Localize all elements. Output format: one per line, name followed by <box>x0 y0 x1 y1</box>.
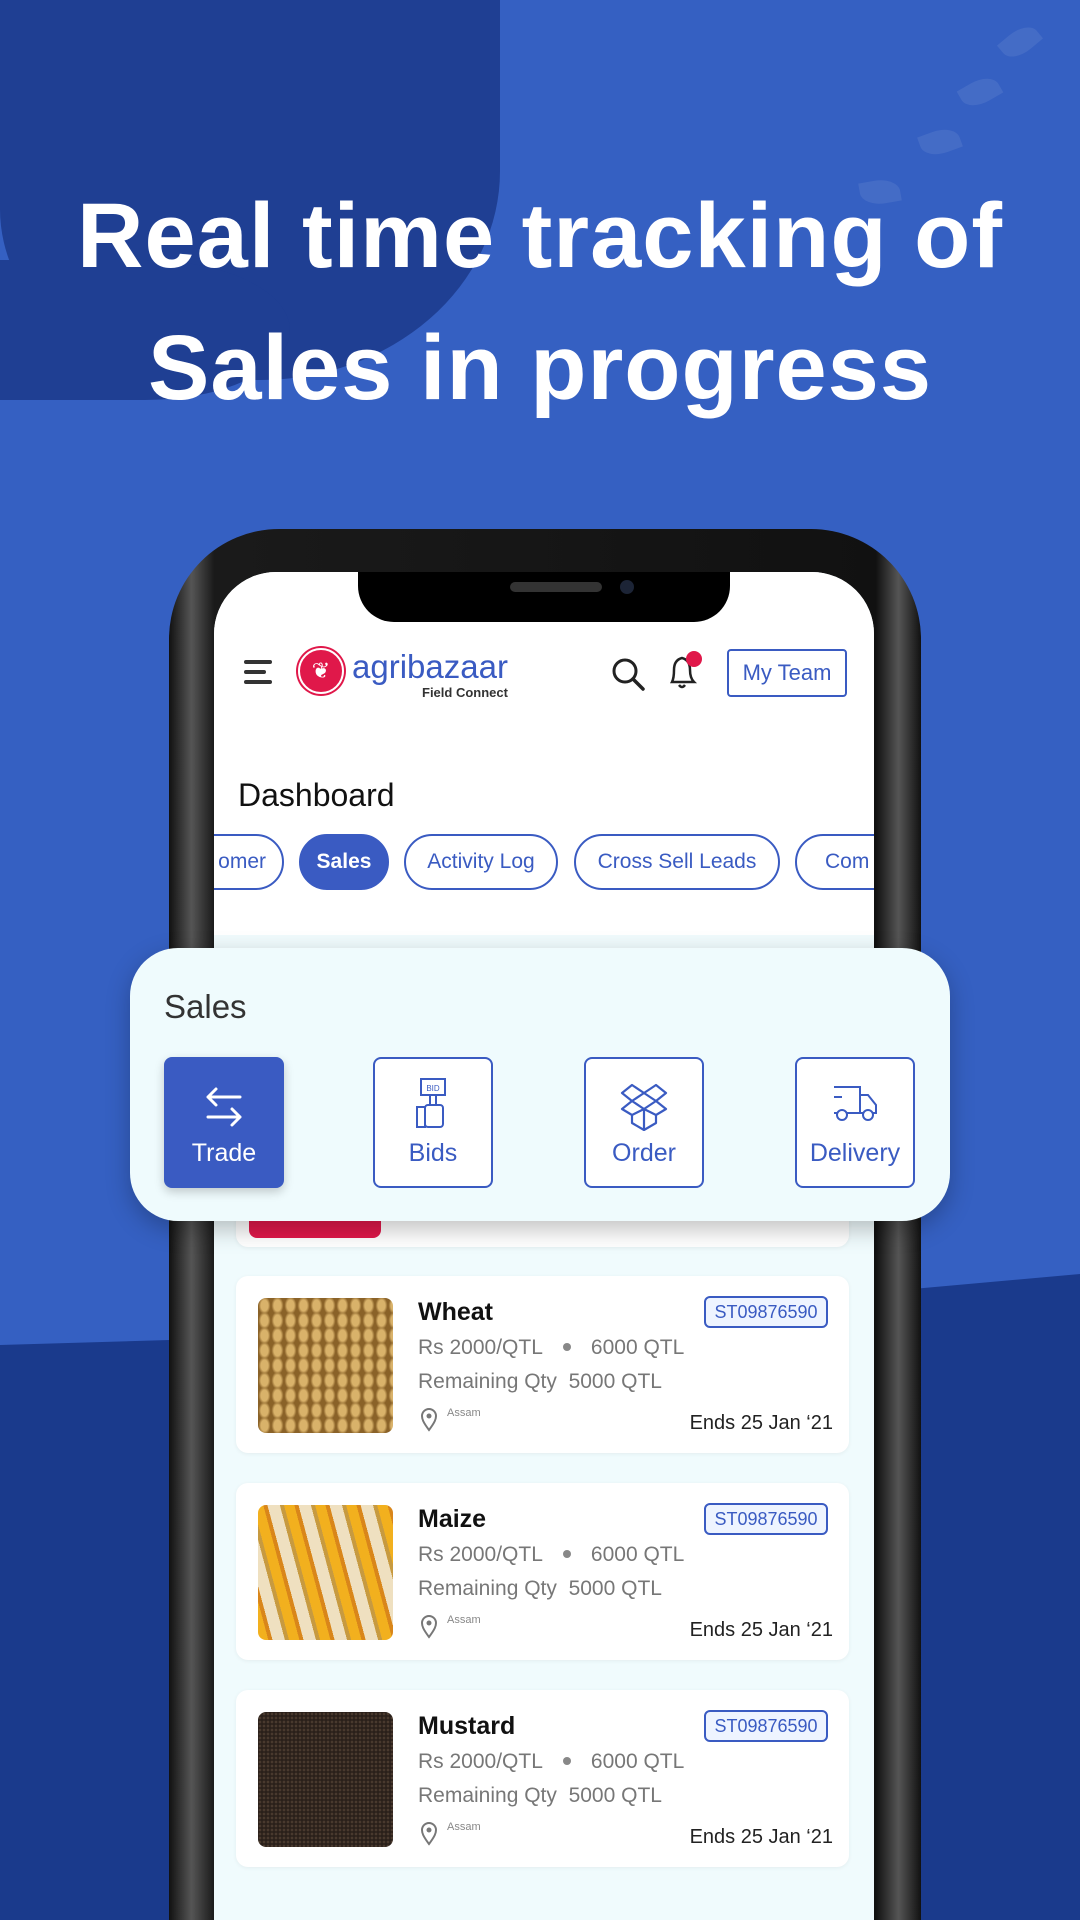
trade-label: Trade <box>191 1139 257 1167</box>
listing-id-badge: ST09876590 <box>704 1710 828 1742</box>
product-image <box>258 1505 393 1640</box>
tab-customer[interactable]: omer <box>214 834 284 890</box>
leaf-decoration <box>917 123 963 161</box>
location: Assam <box>447 1821 481 1833</box>
location-pin-icon <box>420 1408 438 1432</box>
separator-dot <box>562 1550 571 1558</box>
bell-icon[interactable] <box>664 650 704 692</box>
price: Rs 2000/QTL <box>418 1750 543 1773</box>
location-pin-icon <box>420 1822 438 1846</box>
phone-screen: ❦ agribazaar Field Connect My Team Dashb… <box>214 572 874 1920</box>
remaining-label: Remaining Qty <box>418 1577 557 1600</box>
svg-text:BID: BID <box>426 1084 440 1093</box>
price-line: Rs 2000/QTL 6000 QTL <box>418 1543 684 1567</box>
phone-notch <box>358 572 730 622</box>
end-date: Ends 25 Jan ‘21 <box>689 1412 833 1434</box>
listing-card[interactable]: Maize Rs 2000/QTL 6000 QTL Remaining Qty … <box>236 1483 849 1660</box>
camera <box>620 580 634 594</box>
remaining-qty: 5000 QTL <box>568 1370 662 1393</box>
tab-activity-log[interactable]: Activity Log <box>404 834 558 890</box>
quantity: 6000 QTL <box>590 1750 685 1773</box>
bids-button[interactable]: BID Bids <box>373 1057 493 1188</box>
listing-id-badge: ST09876590 <box>704 1296 828 1328</box>
remaining-qty: 5000 QTL <box>568 1577 662 1600</box>
page-title: Dashboard <box>238 777 395 813</box>
headline-line1: Real time tracking of <box>77 185 1003 287</box>
price-line: Rs 2000/QTL 6000 QTL <box>418 1336 684 1360</box>
trade-button[interactable]: Trade <box>164 1057 284 1188</box>
product-title: Wheat <box>418 1298 493 1326</box>
sales-panel: Sales Trade BID Bids Order Delivery <box>130 948 950 1221</box>
dashboard-section <box>214 735 874 935</box>
action-button[interactable] <box>249 1220 381 1238</box>
box-icon <box>620 1083 668 1132</box>
remaining-label: Remaining Qty <box>418 1370 557 1393</box>
remaining-label: Remaining Qty <box>418 1784 557 1807</box>
location: Assam <box>447 1407 481 1419</box>
sales-panel-title: Sales <box>164 988 247 1025</box>
tab-sales[interactable]: Sales <box>299 834 389 890</box>
price: Rs 2000/QTL <box>418 1336 543 1359</box>
leaf-decoration <box>996 19 1044 65</box>
my-team-button[interactable]: My Team <box>727 649 847 697</box>
price: Rs 2000/QTL <box>418 1543 543 1566</box>
swap-arrows-icon <box>206 1087 242 1127</box>
tab-com[interactable]: Com <box>795 834 874 890</box>
bid-hammer-icon: BID <box>416 1078 446 1128</box>
bids-label: Bids <box>408 1139 458 1167</box>
menu-icon[interactable] <box>244 660 272 690</box>
separator-dot <box>562 1343 571 1351</box>
remaining-line: Remaining Qty 5000 QTL <box>418 1577 662 1601</box>
order-button[interactable]: Order <box>584 1057 704 1188</box>
remaining-qty: 5000 QTL <box>568 1784 662 1807</box>
headline-line2: Sales in progress <box>148 317 932 419</box>
remaining-line: Remaining Qty 5000 QTL <box>418 1784 662 1808</box>
location: Assam <box>447 1614 481 1626</box>
product-title: Maize <box>418 1505 487 1533</box>
leaf-decoration <box>956 71 1004 113</box>
listing-id-badge: ST09876590 <box>704 1503 828 1535</box>
listing-card[interactable]: Wheat Rs 2000/QTL 6000 QTL Remaining Qty … <box>236 1276 849 1453</box>
brand-subtitle: Field Connect <box>422 685 508 700</box>
delivery-label: Delivery <box>809 1139 901 1167</box>
end-date: Ends 25 Jan ‘21 <box>689 1826 833 1848</box>
quantity: 6000 QTL <box>590 1336 685 1359</box>
end-date: Ends 25 Jan ‘21 <box>689 1619 833 1641</box>
quantity: 6000 QTL <box>590 1543 685 1566</box>
brand-name: agribazaar <box>352 648 508 685</box>
tab-cross-sell-leads[interactable]: Cross Sell Leads <box>574 834 780 890</box>
order-label: Order <box>612 1139 676 1167</box>
listing-card[interactable]: Mustard Rs 2000/QTL 6000 QTL Remaining Qt… <box>236 1690 849 1867</box>
remaining-line: Remaining Qty 5000 QTL <box>418 1370 662 1394</box>
product-image <box>258 1298 393 1433</box>
delivery-button[interactable]: Delivery <box>795 1057 915 1188</box>
product-title: Mustard <box>418 1712 516 1740</box>
search-icon[interactable] <box>610 656 646 692</box>
logo-icon: ❦ <box>298 648 344 694</box>
separator-dot <box>562 1757 571 1765</box>
truck-icon <box>834 1086 877 1121</box>
price-line: Rs 2000/QTL 6000 QTL <box>418 1750 684 1774</box>
product-image <box>258 1712 393 1847</box>
headline: Real time tracking of Sales in progress <box>0 170 1080 434</box>
speaker <box>510 582 602 592</box>
location-pin-icon <box>420 1615 438 1639</box>
